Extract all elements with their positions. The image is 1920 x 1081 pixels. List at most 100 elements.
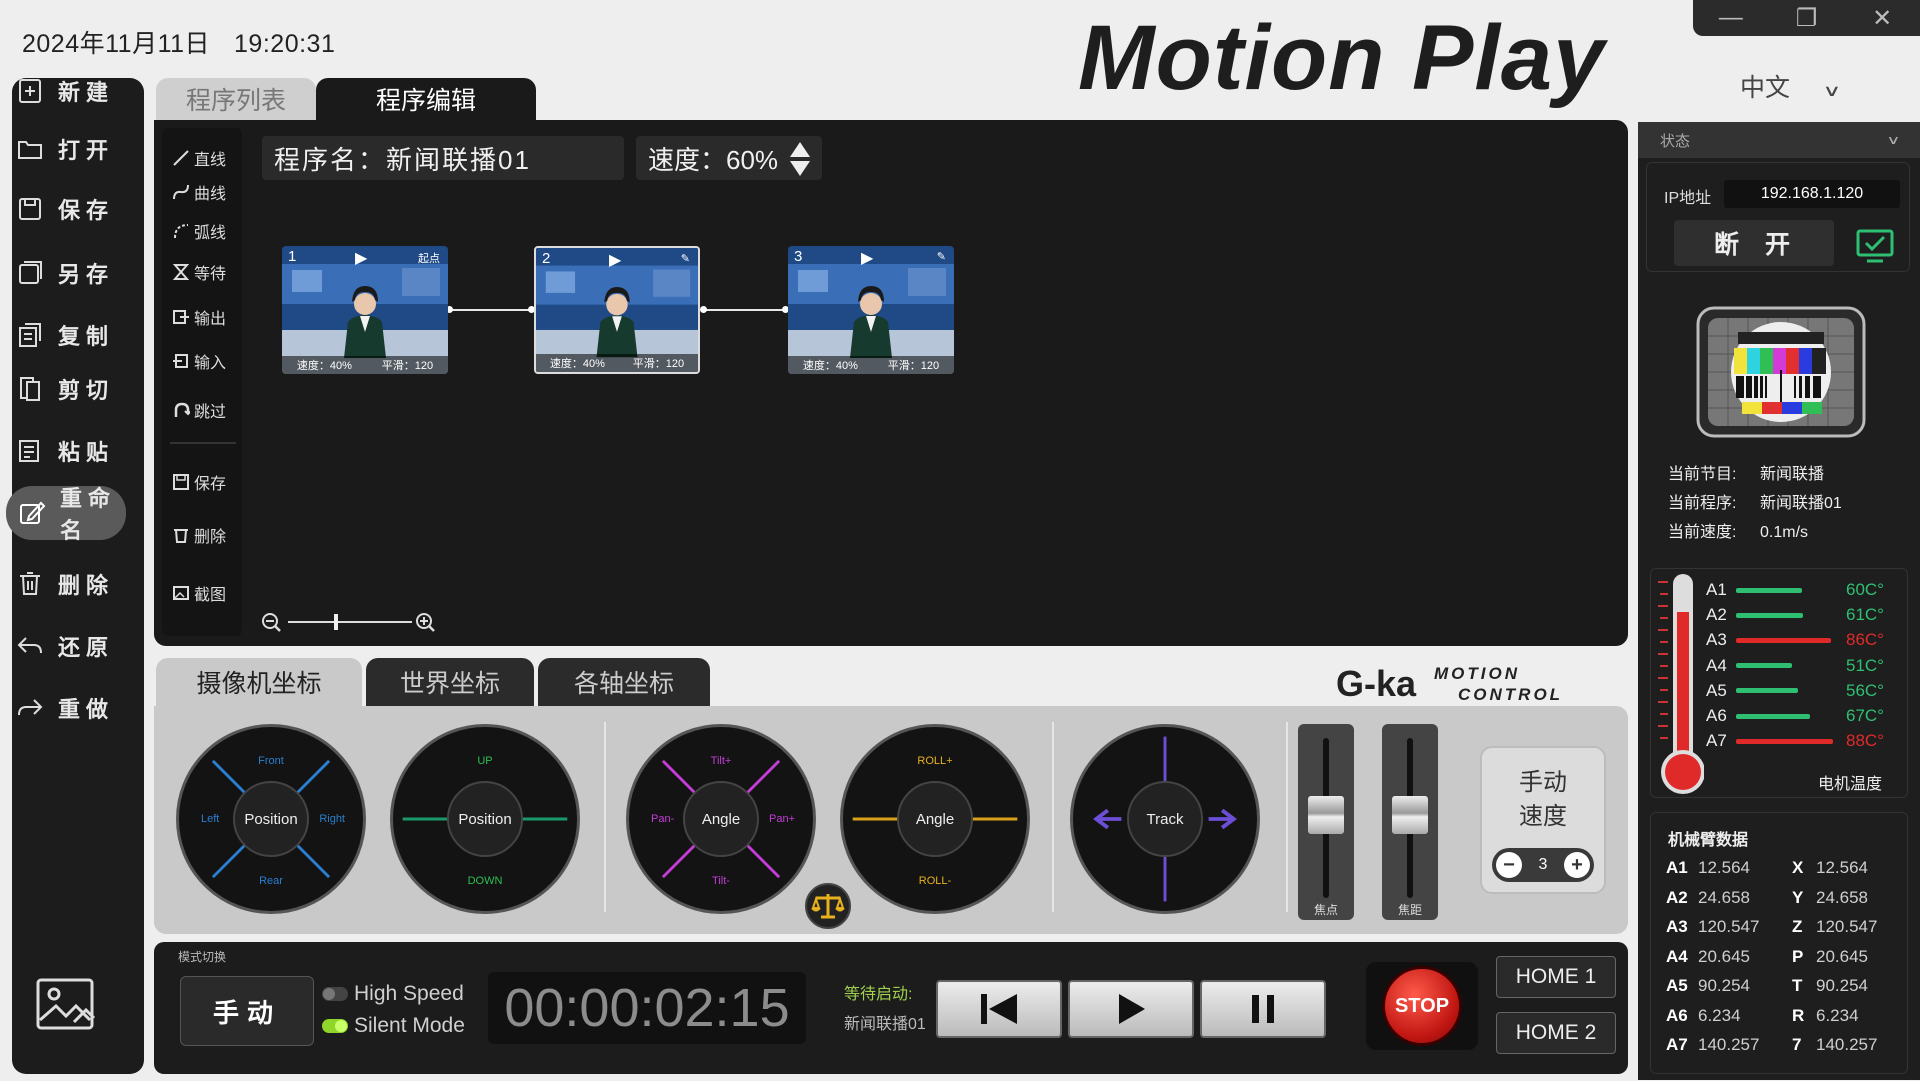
zoom-fader[interactable]: 焦距: [1382, 724, 1438, 920]
stop-button[interactable]: STOP: [1382, 966, 1462, 1046]
tool-item-3[interactable]: 等待: [172, 260, 226, 284]
tool-palette: [162, 128, 242, 636]
joystick-2[interactable]: Angle Tilt+ Tilt- Pan- Pan+: [626, 724, 816, 914]
tab-camera-coords[interactable]: 摄像机坐标: [156, 658, 362, 706]
close-icon[interactable]: ✕: [1844, 0, 1920, 36]
restore-icon[interactable]: ❐: [1769, 0, 1845, 36]
node-smooth: 平滑：120: [887, 360, 940, 372]
tool-item-8[interactable]: 删除: [172, 523, 226, 547]
sidebar-item-9[interactable]: 还原: [0, 619, 132, 673]
sidebar-item-5[interactable]: 剪切: [0, 362, 132, 416]
play-button[interactable]: [1068, 980, 1194, 1038]
temp-row: A7 88C°: [1706, 731, 1884, 751]
screenshot-tool-icon: [172, 584, 190, 602]
sidebar-item-1[interactable]: 打开: [0, 122, 132, 176]
stop-button-frame: STOP: [1366, 962, 1478, 1050]
arm-joint-key: A6: [1666, 1005, 1688, 1025]
arm-joint-key: A3: [1666, 917, 1688, 936]
focus-fader[interactable]: 焦点: [1298, 724, 1354, 920]
pause-icon: [1252, 995, 1274, 1023]
sidebar-item-10[interactable]: 重做: [0, 681, 132, 735]
increment-button[interactable]: +: [1564, 852, 1590, 878]
joystick-center[interactable]: Angle: [897, 781, 973, 857]
tool-item-2[interactable]: 弧线: [172, 219, 226, 243]
language-select[interactable]: 中文 ∨: [1740, 68, 1841, 104]
sidebar-item-7[interactable]: 重命名: [6, 486, 126, 543]
node-link: [448, 309, 532, 311]
play-icon[interactable]: ▶: [609, 250, 621, 270]
joystick-bottom-label: Tilt-: [712, 875, 730, 887]
silent-mode-toggle[interactable]: Silent Mode: [322, 1014, 465, 1038]
speed-field[interactable]: 速度：60%: [636, 136, 822, 180]
fader-knob[interactable]: [1308, 796, 1344, 834]
temp-bar: [1736, 713, 1810, 719]
temp-bar: [1736, 688, 1798, 694]
tool-item-7[interactable]: 保存: [172, 470, 226, 494]
skip-back-button[interactable]: [936, 980, 1062, 1038]
edit-icon[interactable]: ✎: [937, 250, 946, 263]
timecode-display: 00:00:02:15: [488, 972, 806, 1044]
image-capture-icon[interactable]: [34, 976, 100, 1036]
play-icon[interactable]: ▶: [355, 248, 367, 268]
keyframe-node[interactable]: 3 ▶ ✎ 速度：40% 平滑：120: [788, 246, 954, 374]
sidebar-item-2[interactable]: 保存: [0, 182, 132, 236]
joystick-center[interactable]: Angle: [683, 781, 759, 857]
joystick-4[interactable]: Track: [1070, 724, 1260, 914]
tab-program-edit[interactable]: 程序编辑: [316, 78, 536, 120]
save-as-icon: [16, 260, 44, 286]
home2-button[interactable]: HOME 2: [1496, 1012, 1616, 1054]
tool-item-9[interactable]: 截图: [172, 581, 226, 605]
toggle-switch[interactable]: [322, 1019, 348, 1033]
keyframe-node[interactable]: 1 ▶ 起点 速度：40% 平滑：120: [282, 246, 448, 374]
manual-speed-value: 3: [1538, 856, 1548, 873]
tab-world-coords[interactable]: 世界坐标: [366, 658, 534, 706]
manual-mode-button[interactable]: 手动: [180, 976, 314, 1046]
ip-address-field[interactable]: 192.168.1.120: [1724, 180, 1900, 208]
arm-coord-key: Y: [1792, 887, 1804, 907]
panel-divider: [1286, 722, 1288, 912]
output-tool-icon: [172, 308, 190, 326]
joystick-center[interactable]: Track: [1127, 781, 1203, 857]
pause-button[interactable]: [1200, 980, 1326, 1038]
joystick-0[interactable]: Position Front Rear Left Right: [176, 724, 366, 914]
toggle-switch[interactable]: [322, 987, 348, 1001]
joystick-center[interactable]: Position: [447, 781, 523, 857]
tool-item-0[interactable]: 直线: [172, 146, 226, 170]
monitor-check-icon[interactable]: [1855, 228, 1895, 264]
speed-stepper-icon[interactable]: [788, 140, 812, 178]
home1-button[interactable]: HOME 1: [1496, 956, 1616, 998]
play-icon[interactable]: ▶: [861, 248, 873, 268]
status-header[interactable]: 状态 ∨: [1638, 122, 1920, 158]
joystick-center[interactable]: Position: [233, 781, 309, 857]
zoom-slider[interactable]: [260, 610, 440, 634]
sidebar-item-8[interactable]: 删除: [0, 557, 132, 611]
tool-item-4[interactable]: 输出: [172, 305, 226, 329]
fader-knob[interactable]: [1392, 796, 1428, 834]
program-name-field[interactable]: 程序名：新闻联播01: [262, 136, 624, 180]
arm-coord-row: Z 120.547: [1792, 917, 1877, 937]
tool-item-6[interactable]: 跳过: [172, 398, 226, 422]
decrement-button[interactable]: −: [1496, 852, 1522, 878]
edit-icon[interactable]: ✎: [681, 252, 690, 265]
keyframe-node[interactable]: 2 ▶ ✎ 速度：40% 平滑：120: [534, 246, 700, 374]
sidebar-item-4[interactable]: 复制: [0, 308, 132, 362]
temp-axis: A6: [1706, 706, 1727, 725]
joystick-3[interactable]: Angle ROLL+ ROLL-: [840, 724, 1030, 914]
tool-item-5[interactable]: 输入: [172, 349, 226, 373]
temp-axis: A5: [1706, 680, 1727, 700]
minimize-icon[interactable]: —: [1693, 0, 1769, 36]
high-speed-toggle[interactable]: High Speed: [322, 982, 464, 1006]
sidebar-item-6[interactable]: 粘贴: [0, 424, 132, 478]
temp-value: 88C°: [1846, 731, 1884, 751]
disconnect-button[interactable]: 断开: [1674, 220, 1834, 266]
joystick-top-label: Front: [258, 755, 284, 767]
tab-program-list[interactable]: 程序列表: [156, 78, 316, 120]
tab-axis-coords[interactable]: 各轴坐标: [538, 658, 710, 706]
sidebar-item-0[interactable]: 新建: [0, 64, 132, 118]
trash-icon: [16, 571, 44, 597]
balance-icon[interactable]: [804, 882, 852, 930]
tool-item-1[interactable]: 曲线: [172, 180, 226, 204]
joystick-1[interactable]: Position UP DOWN: [390, 724, 580, 914]
temp-value: 51C°: [1846, 655, 1884, 675]
sidebar-item-3[interactable]: 另存: [0, 246, 132, 300]
